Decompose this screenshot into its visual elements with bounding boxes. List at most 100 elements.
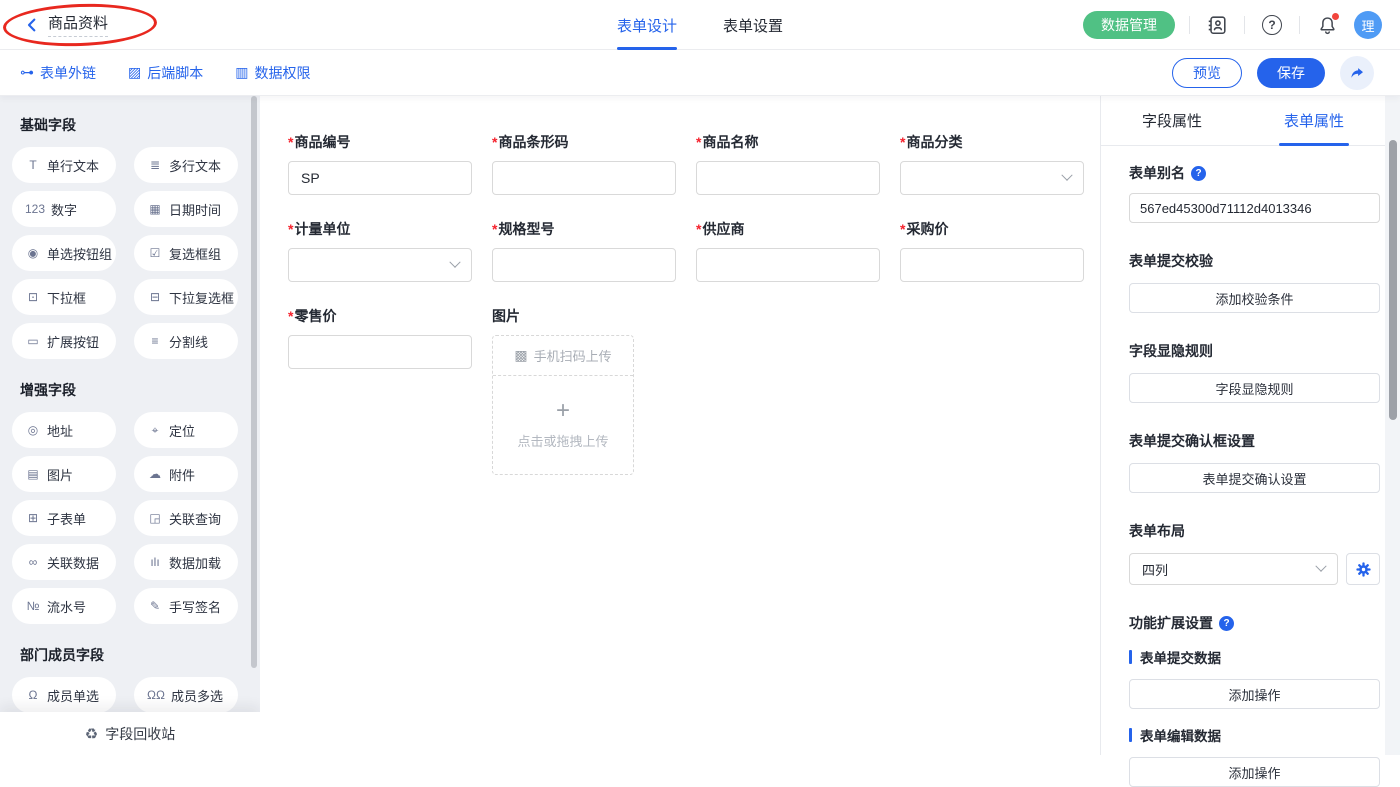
data-permission-icon: ▥ [235,64,248,81]
form-layout-select[interactable]: 四列 [1129,553,1338,585]
field-visibility-button[interactable]: 字段显隐规则 [1129,373,1380,403]
member-single-icon: Ω [25,688,41,702]
canvas-field-unit[interactable]: *计量单位 [288,219,472,282]
tab-form-design[interactable]: 表单设计 [617,0,677,50]
canvas-field-spec-model[interactable]: *规格型号 [492,219,676,282]
form-external-link-button[interactable]: ⊶ 表单外链 [20,63,96,83]
chevron-down-icon [1061,170,1072,181]
purchase-price-input[interactable] [900,248,1084,282]
palette-extend-button[interactable]: ▭扩展按钮 [12,323,116,359]
palette-relation-query[interactable]: ◲关联查询 [134,500,238,536]
supplier-input[interactable] [696,248,880,282]
retail-price-input[interactable] [288,335,472,369]
tab-field-properties[interactable]: 字段属性 [1101,96,1243,145]
palette-number[interactable]: 123数字 [12,191,116,227]
palette-divider-line[interactable]: ≡分割线 [134,323,238,359]
palette-subform[interactable]: ⊞子表单 [12,500,116,536]
palette-member-multi[interactable]: ΩΩ成员多选 [134,677,238,713]
field-visibility-label: 字段显隐规则 [1129,341,1380,361]
form-canvas: *商品编号 SP *商品条形码 *商品名称 *商品分类 *计量单位 *规格型号 … [260,96,1100,755]
relation-data-icon: ∞ [25,555,41,569]
preview-button[interactable]: 预览 [1172,58,1242,88]
back-button[interactable] [24,17,40,33]
product-name-input[interactable] [696,161,880,195]
palette-image[interactable]: ▤图片 [12,456,116,492]
save-button[interactable]: 保存 [1257,58,1325,88]
canvas-field-barcode[interactable]: *商品条形码 [492,132,676,195]
page-title[interactable]: 商品资料 [48,12,108,37]
notification-dot [1332,13,1339,20]
spec-model-input[interactable] [492,248,676,282]
palette-signature[interactable]: ✎手写签名 [134,588,238,624]
divider [1244,16,1245,34]
external-link-icon: ⊶ [20,64,34,81]
canvas-field-product-name[interactable]: *商品名称 [696,132,880,195]
page-scrollbar-thumb[interactable] [1389,140,1397,420]
app-header: 商品资料 表单设计 表单设置 数据管理 ? 理 [0,0,1400,50]
palette-serial-number[interactable]: №流水号 [12,588,116,624]
palette-relation-data[interactable]: ∞关联数据 [12,544,116,580]
canvas-field-supplier[interactable]: *供应商 [696,219,880,282]
properties-panel: 字段属性 表单属性 表单别名 ? 567ed45300d71112d401334… [1100,96,1385,755]
help-icon[interactable]: ? [1259,12,1285,38]
edit-data-add-action-button[interactable]: 添加操作 [1129,757,1380,787]
share-button[interactable] [1340,56,1374,90]
address-book-icon[interactable] [1204,12,1230,38]
palette-location[interactable]: ⌖定位 [134,412,238,448]
product-category-select[interactable] [900,161,1084,195]
alias-help-icon[interactable]: ? [1191,166,1206,181]
palette-radio-group[interactable]: ◉单选按钮组 [12,235,116,271]
palette-single-line-text[interactable]: T单行文本 [12,147,116,183]
radio-group-icon: ◉ [25,246,41,260]
form-toolbar: ⊶ 表单外链 ▨ 后端脚本 ▥ 数据权限 预览 保存 [0,50,1400,96]
backend-script-button[interactable]: ▨ 后端脚本 [128,63,203,83]
subform-icon: ⊞ [25,511,41,525]
notification-bell-icon[interactable] [1314,12,1340,38]
canvas-field-image-upload[interactable]: 图片 ▩ 手机扫码上传 + 点击或拖拽上传 [492,306,676,475]
canvas-field-product-code[interactable]: *商品编号 SP [288,132,472,195]
plus-icon: + [556,401,570,421]
palette-attachment[interactable]: ☁附件 [134,456,238,492]
data-permission-button[interactable]: ▥ 数据权限 [235,63,310,83]
palette-multi-select[interactable]: ⊟下拉复选框 [134,279,238,315]
form-layout-label: 表单布局 [1129,521,1380,541]
function-extension-label: 功能扩展设置 ? [1129,613,1380,633]
product-code-input[interactable]: SP [288,161,472,195]
add-validation-button[interactable]: 添加校验条件 [1129,283,1380,313]
palette-member-single[interactable]: Ω成员单选 [12,677,116,713]
signature-icon: ✎ [147,599,163,613]
palette-multi-line-text[interactable]: ≣多行文本 [134,147,238,183]
canvas-field-retail-price[interactable]: *零售价 [288,306,472,475]
chevron-down-icon [1315,561,1326,572]
backend-script-icon: ▨ [128,64,141,81]
palette-select[interactable]: ⊡下拉框 [12,279,116,315]
drag-drop-upload-zone[interactable]: + 点击或拖拽上传 [493,376,633,474]
canvas-field-purchase-price[interactable]: *采购价 [900,219,1084,282]
submit-confirm-button[interactable]: 表单提交确认设置 [1129,463,1380,493]
field-recycle-bin-button[interactable]: ♻ 字段回收站 [0,712,260,755]
palette-address[interactable]: ◎地址 [12,412,116,448]
extend-button-icon: ▭ [25,334,41,348]
relation-query-icon: ◲ [147,511,163,525]
multi-select-icon: ⊟ [147,290,163,304]
data-manage-button[interactable]: 数据管理 [1083,11,1175,39]
canvas-field-product-category[interactable]: *商品分类 [900,132,1084,195]
tab-form-properties[interactable]: 表单属性 [1243,96,1385,145]
layout-settings-button[interactable] [1346,553,1380,585]
palette-checkbox-group[interactable]: ☑复选框组 [134,235,238,271]
extension-help-icon[interactable]: ? [1219,616,1234,631]
palette-data-load[interactable]: ılı数据加载 [134,544,238,580]
palette-datetime[interactable]: ▦日期时间 [134,191,238,227]
scan-upload-button[interactable]: ▩ 手机扫码上传 [493,336,633,376]
barcode-input[interactable] [492,161,676,195]
tab-form-settings[interactable]: 表单设置 [723,0,783,50]
sidebar-scrollbar[interactable] [251,96,257,668]
chevron-down-icon [449,257,460,268]
avatar[interactable]: 理 [1354,11,1382,39]
submit-data-add-action-button[interactable]: 添加操作 [1129,679,1380,709]
form-alias-input[interactable]: 567ed45300d71112d4013346 [1129,193,1380,223]
submit-confirm-label: 表单提交确认框设置 [1129,431,1380,451]
unit-select[interactable] [288,248,472,282]
page-scrollbar-track [1385,96,1400,755]
select-icon: ⊡ [25,290,41,304]
